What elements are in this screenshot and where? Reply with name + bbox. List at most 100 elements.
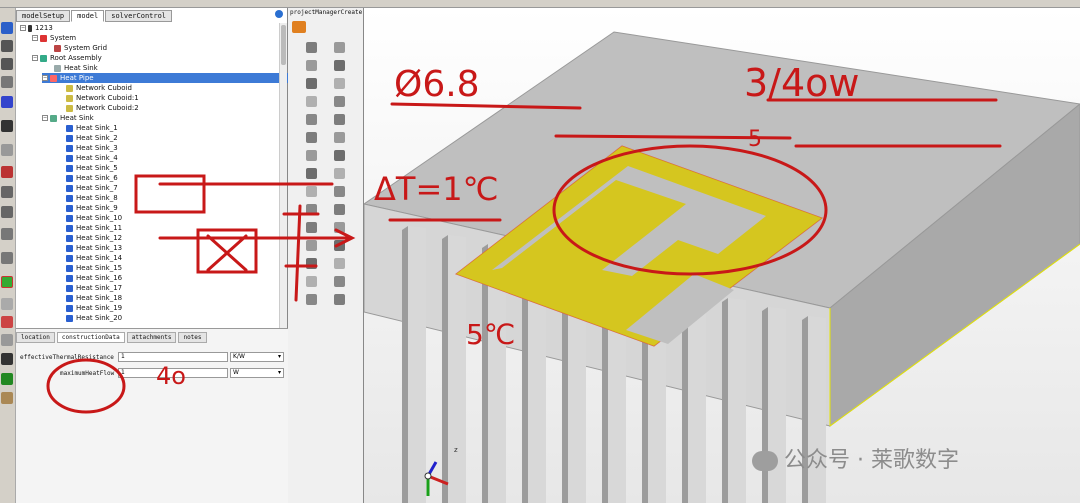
- tree-node-heat-sink-item[interactable]: Heat Sink_19: [66, 303, 122, 313]
- block-icon: [66, 224, 73, 232]
- tree-node-heat-sink-item[interactable]: Heat Sink_5: [66, 163, 118, 173]
- fin: [722, 298, 728, 503]
- tab-construction-data[interactable]: constructionData: [56, 332, 125, 343]
- create-object-icon[interactable]: [334, 186, 345, 197]
- create-object-icon[interactable]: [306, 132, 317, 143]
- create-object-icon[interactable]: [306, 258, 317, 269]
- tree-node-heat-sink-item[interactable]: Heat Sink_14: [66, 253, 122, 263]
- tree-node-heat-sink-group[interactable]: − Heat Sink: [42, 113, 94, 123]
- create-object-icon[interactable]: [334, 132, 345, 143]
- c-icon[interactable]: [1, 353, 13, 365]
- create-object-icon[interactable]: [306, 168, 317, 179]
- cuboid-icon: [66, 104, 73, 112]
- report-icon[interactable]: [1, 334, 13, 346]
- tag-icon[interactable]: [1, 392, 13, 404]
- create-object-icon[interactable]: [334, 204, 345, 215]
- tree-node-heat-sink-item[interactable]: Heat Sink_11: [66, 223, 122, 233]
- align-icon[interactable]: [1, 76, 13, 88]
- create-object-icon[interactable]: [334, 150, 345, 161]
- tree-node-heat-pipe[interactable]: − Heat Pipe: [42, 73, 288, 83]
- tree-node-heat-sink-item[interactable]: Heat Sink_8: [66, 193, 118, 203]
- create-object-icon[interactable]: [334, 168, 345, 179]
- tree-node-heat-sink-item[interactable]: Heat Sink_3: [66, 143, 118, 153]
- create-object-icon[interactable]: [306, 186, 317, 197]
- tree-node-heat-sink-item[interactable]: Heat Sink_6: [66, 173, 118, 183]
- mesh-icon[interactable]: [1, 228, 13, 240]
- glasses-icon[interactable]: [1, 120, 13, 132]
- move-icon[interactable]: [1, 40, 13, 52]
- create-object-icon[interactable]: [306, 222, 317, 233]
- tree-node-heat-sink-item[interactable]: Heat Sink_15: [66, 263, 122, 273]
- create-object-icon[interactable]: [306, 60, 317, 71]
- tree-node-heat-sink-item[interactable]: Heat Sink_10: [66, 213, 122, 223]
- tab-location[interactable]: location: [16, 332, 55, 343]
- 3d-viewport[interactable]: z: [364, 8, 1080, 503]
- create-object-icon[interactable]: [334, 222, 345, 233]
- tab-model[interactable]: model: [71, 10, 105, 22]
- tree-node-heat-sink[interactable]: Heat Sink: [54, 63, 98, 73]
- create-object-icon[interactable]: [306, 150, 317, 161]
- create-object-icon[interactable]: [334, 96, 345, 107]
- tree-node-heat-sink-item[interactable]: Heat Sink_13: [66, 243, 122, 253]
- tree-node-heat-sink-item[interactable]: Heat Sink_7: [66, 183, 118, 193]
- effective-thermal-resistance-input[interactable]: 1: [118, 352, 228, 362]
- tree-node-root-assembly[interactable]: − Root Assembly: [32, 53, 102, 63]
- create-object-icon[interactable]: [306, 42, 317, 53]
- tree-node-network-cuboid-2[interactable]: Network Cuboid:2: [66, 103, 139, 113]
- table-icon[interactable]: [1, 298, 13, 310]
- create-object-icon[interactable]: [306, 240, 317, 251]
- tree-node-system[interactable]: − System: [32, 33, 76, 43]
- maximum-heat-flow-label: maximumHeatFlow: [60, 369, 115, 377]
- tree-node-heat-sink-item[interactable]: Heat Sink_20: [66, 313, 122, 323]
- create-object-icon[interactable]: [334, 78, 345, 89]
- tab-attachments[interactable]: attachments: [126, 332, 177, 343]
- create-object-icon[interactable]: [334, 60, 345, 71]
- probe-icon[interactable]: [1, 166, 13, 178]
- grid-icon[interactable]: [1, 206, 13, 218]
- tab-notes[interactable]: notes: [178, 332, 207, 343]
- create-object-icon[interactable]: [306, 204, 317, 215]
- create-object-icon[interactable]: [306, 294, 317, 305]
- create-object-icon[interactable]: [334, 276, 345, 287]
- create-object-icon[interactable]: [334, 240, 345, 251]
- back-arrow-icon[interactable]: [292, 21, 306, 33]
- result-icon[interactable]: [1, 276, 13, 288]
- tree-node-network-cuboid[interactable]: Network Cuboid: [66, 83, 132, 93]
- create-object-icon[interactable]: [334, 258, 345, 269]
- mesh2-icon[interactable]: [1, 252, 13, 264]
- distribute-icon[interactable]: [1, 96, 13, 108]
- create-object-icon[interactable]: [306, 96, 317, 107]
- info-icon[interactable]: [1, 22, 13, 34]
- create-object-icon[interactable]: [334, 114, 345, 125]
- fin: [802, 316, 808, 503]
- tree-node-heat-sink-item[interactable]: Heat Sink_1: [66, 123, 118, 133]
- view-icon[interactable]: [1, 144, 13, 156]
- tree-node-network-cuboid-1[interactable]: Network Cuboid:1: [66, 93, 139, 103]
- panel-close-icon[interactable]: [275, 10, 283, 18]
- heat-flow-unit-select[interactable]: W ▾: [230, 368, 284, 378]
- rotate-icon[interactable]: [1, 58, 13, 70]
- scroll-thumb[interactable]: [281, 25, 286, 65]
- chart-icon[interactable]: [1, 316, 13, 328]
- maximum-heat-flow-input[interactable]: 1: [118, 368, 228, 378]
- tree-node-project[interactable]: −1213: [20, 23, 53, 33]
- tree-node-heat-sink-item[interactable]: Heat Sink_18: [66, 293, 122, 303]
- tab-model-setup[interactable]: modelSetup: [16, 10, 71, 22]
- create-object-icon[interactable]: [306, 78, 317, 89]
- thermal-resistance-unit-select[interactable]: K/W ▾: [230, 352, 284, 362]
- tree-node-heat-sink-item[interactable]: Heat Sink_12: [66, 233, 122, 243]
- create-object-icon[interactable]: [306, 276, 317, 287]
- create-object-icon[interactable]: [334, 294, 345, 305]
- tree-node-heat-sink-item[interactable]: Heat Sink_2: [66, 133, 118, 143]
- tree-node-system-grid[interactable]: System Grid: [54, 43, 107, 53]
- tree-node-heat-sink-item[interactable]: Heat Sink_16: [66, 273, 122, 283]
- tree-node-heat-sink-item[interactable]: Heat Sink_4: [66, 153, 118, 163]
- monitor-icon[interactable]: [1, 373, 13, 385]
- tree-scrollbar[interactable]: [279, 23, 287, 333]
- tree-node-heat-sink-item[interactable]: Heat Sink_17: [66, 283, 122, 293]
- query-icon[interactable]: [1, 186, 13, 198]
- tree-node-heat-sink-item[interactable]: Heat Sink_9: [66, 203, 118, 213]
- create-object-icon[interactable]: [334, 42, 345, 53]
- create-object-icon[interactable]: [306, 114, 317, 125]
- tab-solver-control[interactable]: solverControl: [105, 10, 173, 22]
